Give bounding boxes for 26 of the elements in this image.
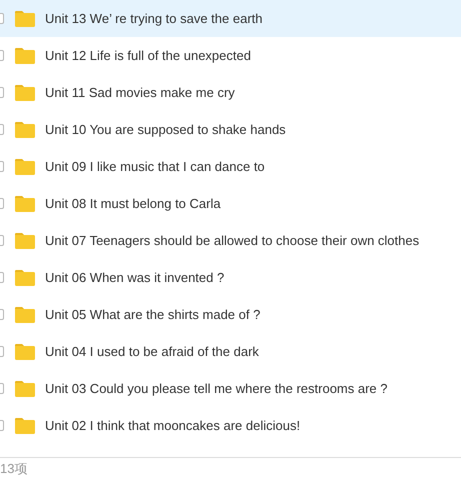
folder-name[interactable]: Unit 12 Life is full of the unexpected xyxy=(45,46,251,66)
folder-name[interactable]: Unit 10 You are supposed to shake hands xyxy=(45,120,286,140)
folder-name[interactable]: Unit 08 It must belong to Carla xyxy=(45,194,221,214)
folder-name[interactable]: Unit 05 What are the shirts made of ? xyxy=(45,304,260,324)
folder-name[interactable]: Unit 06 When was it invented ? xyxy=(45,268,224,288)
folder-name[interactable]: Unit 11 Sad movies make me cry xyxy=(45,82,235,102)
folder-icon xyxy=(15,196,35,212)
folder-name[interactable]: Unit 04 I used to be afraid of the dark xyxy=(45,342,259,362)
folder-name[interactable]: Unit 09 I like music that I can dance to xyxy=(45,156,265,176)
folder-icon xyxy=(15,380,35,396)
item-count: 13项 xyxy=(0,460,28,478)
folder-icon xyxy=(15,122,35,138)
folder-icon xyxy=(15,344,35,360)
folder-icon xyxy=(15,232,35,248)
folder-name[interactable]: Unit 02 I think that mooncakes are delicious! xyxy=(45,416,300,436)
folder-name[interactable]: Unit 07 Teenagers should be allowed to choose their own clothes xyxy=(45,230,420,250)
folder-icon xyxy=(15,270,35,286)
folder-icon xyxy=(15,84,35,100)
folder-name[interactable]: Unit 13 We’ re trying to save the earth xyxy=(45,8,262,28)
folder-icon xyxy=(15,418,35,434)
folder-icon xyxy=(15,158,35,174)
folder-icon xyxy=(15,306,35,322)
folder-icon xyxy=(15,48,35,64)
folder-row[interactable]: Unit 13 We’ re trying to save the earth xyxy=(0,0,461,37)
folder-icon xyxy=(15,10,35,26)
folder-name[interactable]: Unit 03 Could you please tell me where the restrooms are ? xyxy=(45,378,388,398)
